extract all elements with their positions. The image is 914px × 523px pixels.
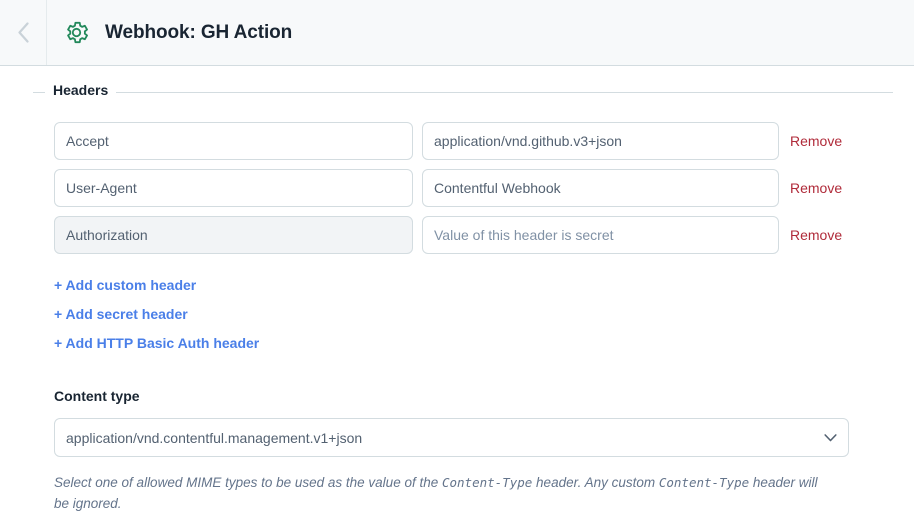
table-row: Remove [54, 169, 893, 207]
help-text-part-2: header. Any custom [532, 475, 659, 490]
webhook-app-icon [47, 19, 105, 46]
add-secret-header-link[interactable]: + Add secret header [54, 300, 188, 329]
header-value-input[interactable] [422, 169, 779, 207]
table-row: Remove [54, 122, 893, 160]
headers-section: Headers Remove Remove Remove + A [33, 82, 893, 358]
content-type-help-text: Select one of allowed MIME types to be u… [54, 472, 834, 514]
header-value-input[interactable] [422, 122, 779, 160]
header-key-input[interactable] [54, 216, 413, 254]
remove-header-link[interactable]: Remove [790, 180, 842, 196]
page-title: Webhook: GH Action [105, 21, 293, 43]
headers-legend: Headers [45, 82, 117, 98]
add-custom-header-link[interactable]: + Add custom header [54, 271, 196, 300]
header-value-input[interactable] [422, 216, 779, 254]
help-text-part-1: Select one of allowed MIME types to be u… [54, 475, 442, 490]
content-type-select-wrapper: application/vnd.contentful.management.v1… [54, 418, 849, 457]
add-header-links: + Add custom header + Add secret header … [33, 263, 893, 358]
header-key-input[interactable] [54, 122, 413, 160]
add-http-basic-auth-header-link[interactable]: + Add HTTP Basic Auth header [54, 329, 259, 358]
content-type-select[interactable]: application/vnd.contentful.management.v1… [54, 418, 849, 457]
back-button[interactable] [0, 0, 47, 65]
content-type-label: Content type [54, 388, 140, 404]
page-header: Webhook: GH Action [0, 0, 914, 66]
header-rows-list: Remove Remove Remove [33, 93, 893, 254]
remove-header-link[interactable]: Remove [790, 227, 842, 243]
help-text-mono-1: Content-Type [441, 475, 533, 490]
chevron-left-icon [17, 22, 30, 43]
content-type-section: Content type application/vnd.contentful.… [0, 388, 914, 514]
webhook-settings-content: Headers Remove Remove Remove + A [0, 82, 914, 514]
help-text-mono-2: Content-Type [658, 475, 750, 490]
content-type-selected-value: application/vnd.contentful.management.v1… [66, 429, 363, 446]
remove-header-link[interactable]: Remove [790, 133, 842, 149]
gear-icon [63, 19, 90, 46]
table-row: Remove [54, 216, 893, 254]
header-key-input[interactable] [54, 169, 413, 207]
